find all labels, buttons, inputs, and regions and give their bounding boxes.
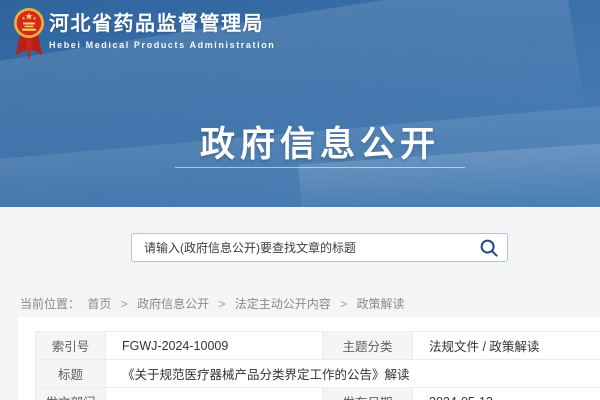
breadcrumb-link-home[interactable]: 首页 [87,297,111,311]
breadcrumb: 当前位置： 首页 > 政府信息公开 > 法定主动公开内容 > 政策解读 [20,295,405,312]
search-icon [479,238,499,258]
breadcrumb-separator: > [218,297,225,311]
table-row-title: 标题 《关于规范医疗器械产品分类界定工作的公告》解读 [36,360,600,388]
breadcrumb-link-policy-interpretation[interactable]: 政策解读 [357,297,405,311]
page-banner-title: 政府信息公开 [0,116,600,167]
publish-date-value: 2024-05-13 [413,388,600,400]
banner-underline-decoration [175,167,465,168]
agency-name: 河北省药品监督管理局 [49,13,275,36]
search-button[interactable] [479,238,499,258]
search-box [131,233,508,262]
table-row-index-topic: 索引号 FGWJ-2024-10009 主题分类 法规文件 / 政策解读 [36,332,600,360]
index-number-label: 索引号 [36,332,106,360]
index-number-value: FGWJ-2024-10009 [106,332,323,360]
breadcrumb-separator: > [121,297,128,311]
page: 河北省药品监督管理局 Hebei Medical Products Admini… [0,0,600,400]
issuing-department-label: 发文部门 [36,388,106,400]
site-header: 河北省药品监督管理局 Hebei Medical Products Admini… [0,0,600,207]
title-label: 标题 [36,360,106,388]
content-panel: 索引号 FGWJ-2024-10009 主题分类 法规文件 / 政策解读 标题 … [18,317,600,400]
topic-category-value: 法规文件 / 政策解读 [413,332,600,360]
search-section: 当前位置： 首页 > 政府信息公开 > 法定主动公开内容 > 政策解读 [0,207,600,317]
title-value: 《关于规范医疗器械产品分类界定工作的公告》解读 [106,360,600,388]
breadcrumb-link-gov-info[interactable]: 政府信息公开 [137,297,209,311]
search-input[interactable] [132,234,507,261]
national-emblem-icon [13,7,45,63]
document-info-table: 索引号 FGWJ-2024-10009 主题分类 法规文件 / 政策解读 标题 … [35,331,600,400]
table-row-department-date: 发文部门 发布日期 2024-05-13 [36,388,600,400]
site-logo-home-link[interactable]: 河北省药品监督管理局 Hebei Medical Products Admini… [13,7,275,63]
breadcrumb-separator: > [340,297,347,311]
issuing-department-value [106,388,323,400]
topic-category-label: 主题分类 [323,332,413,360]
breadcrumb-link-statutory-disclosure[interactable]: 法定主动公开内容 [235,297,331,311]
publish-date-label: 发布日期 [323,388,413,400]
agency-name-english: Hebei Medical Products Administration [49,40,275,50]
breadcrumb-prefix: 当前位置： [20,297,80,311]
